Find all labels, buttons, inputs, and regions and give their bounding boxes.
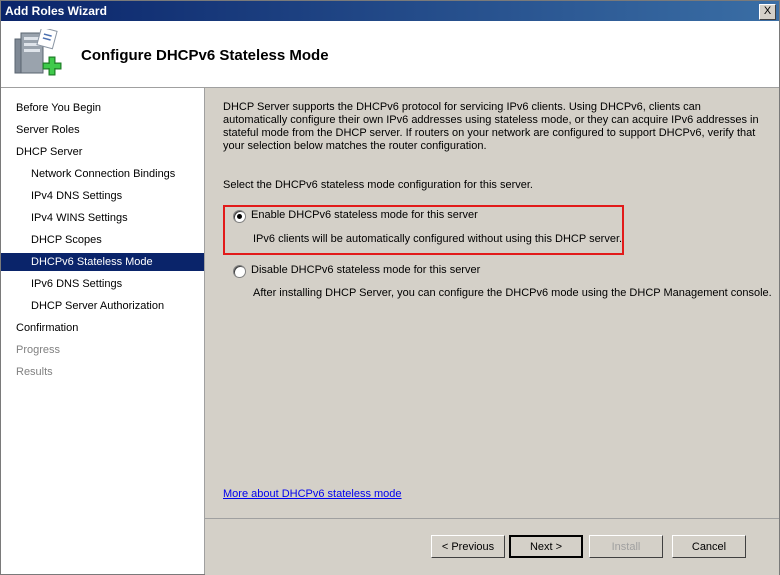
radio-selected-dot: [237, 214, 242, 219]
enable-stateless-note: IPv6 clients will be automatically confi…: [253, 233, 623, 245]
step-progress: Progress: [16, 344, 61, 356]
close-button[interactable]: X: [759, 4, 776, 20]
disable-stateless-radio[interactable]: [233, 265, 246, 278]
wizard-window: Add Roles Wizard X Configure DHCPv6 Stat…: [0, 0, 780, 575]
content-pane: DHCP Server supports the DHCPv6 protocol…: [205, 88, 779, 518]
more-about-link[interactable]: More about DHCPv6 stateless mode: [223, 488, 402, 500]
wizard-steps: Before You Begin Server Roles DHCP Serve…: [1, 88, 205, 574]
step-ipv4-wins-settings[interactable]: IPv4 WINS Settings: [1, 209, 204, 227]
disable-stateless-label[interactable]: Disable DHCPv6 stateless mode for this s…: [251, 264, 480, 276]
previous-button[interactable]: < Previous: [431, 535, 505, 558]
description-text: DHCP Server supports the DHCPv6 protocol…: [223, 101, 759, 152]
window-title: Add Roles Wizard: [5, 4, 107, 18]
step-dhcp-server-authorization[interactable]: DHCP Server Authorization: [1, 297, 204, 315]
step-dhcp-scopes[interactable]: DHCP Scopes: [1, 231, 204, 249]
step-results: Results: [16, 366, 53, 378]
page-title: Configure DHCPv6 Stateless Mode: [81, 47, 329, 64]
step-before-you-begin[interactable]: Before You Begin: [1, 99, 204, 117]
step-confirmation[interactable]: Confirmation: [1, 319, 204, 337]
install-button: Install: [589, 535, 663, 558]
step-server-roles[interactable]: Server Roles: [1, 121, 204, 139]
wizard-footer: < Previous Next > Install Cancel: [205, 518, 779, 575]
disable-stateless-note: After installing DHCP Server, you can co…: [253, 287, 772, 299]
enable-stateless-label[interactable]: Enable DHCPv6 stateless mode for this se…: [251, 209, 478, 221]
step-network-connection-bindings[interactable]: Network Connection Bindings: [1, 165, 204, 183]
server-add-icon: [14, 29, 62, 76]
title-bar[interactable]: Add Roles Wizard X: [1, 1, 779, 21]
cancel-button[interactable]: Cancel: [672, 535, 746, 558]
step-dhcp-server[interactable]: DHCP Server: [1, 143, 204, 161]
step-ipv6-dns-settings[interactable]: IPv6 DNS Settings: [1, 275, 204, 293]
selection-prompt: Select the DHCPv6 stateless mode configu…: [223, 179, 533, 191]
step-dhcpv6-stateless-mode[interactable]: DHCPv6 Stateless Mode: [1, 253, 204, 271]
enable-stateless-radio[interactable]: [233, 210, 246, 223]
wizard-header: Configure DHCPv6 Stateless Mode: [1, 21, 779, 88]
next-button[interactable]: Next >: [509, 535, 583, 558]
step-ipv4-dns-settings[interactable]: IPv4 DNS Settings: [1, 187, 204, 205]
